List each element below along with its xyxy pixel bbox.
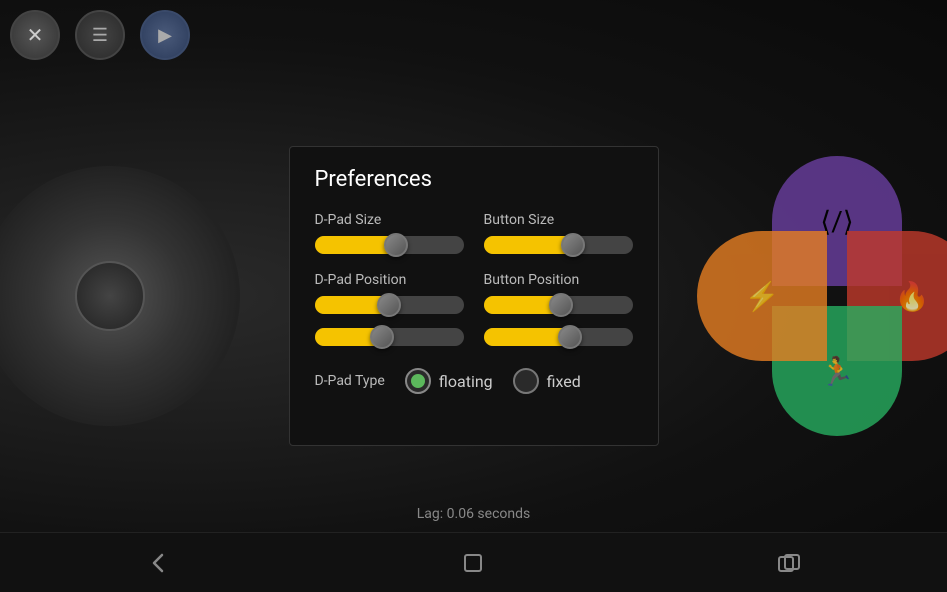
button-pos-x-thumb[interactable]: [549, 293, 573, 317]
dpad-type-row: D-Pad Type floating fixed: [315, 368, 633, 394]
button-pos-y-thumb[interactable]: [558, 325, 582, 349]
button-pos-y-container: [484, 328, 633, 346]
position-labels-row: D-Pad Position Button Positi: [315, 272, 633, 360]
button-size-slider-container: [484, 236, 633, 254]
dpad-size-slider-container: [315, 236, 464, 254]
button-size-fill: [484, 236, 573, 254]
radio-fixed[interactable]: fixed: [513, 368, 581, 394]
radio-floating-inner: [411, 374, 425, 388]
preferences-dialog: Preferences D-Pad Size Button Size: [289, 146, 659, 446]
dpad-size-section: D-Pad Size: [315, 212, 464, 268]
button-position-label: Button Position: [484, 272, 633, 288]
dpad-type-label: D-Pad Type: [315, 373, 385, 389]
dpad-pos-x-container: [315, 296, 464, 314]
button-size-label: Button Size: [484, 212, 633, 228]
button-size-thumb[interactable]: [561, 233, 585, 257]
radio-floating-label: floating: [439, 372, 493, 391]
radio-fixed-label: fixed: [547, 372, 581, 391]
dpad-position-label: D-Pad Position: [315, 272, 464, 288]
button-pos-x-container: [484, 296, 633, 314]
dialog-overlay: Preferences D-Pad Size Button Size: [0, 0, 947, 592]
dpad-pos-y-thumb[interactable]: [370, 325, 394, 349]
button-pos-x-track: [484, 296, 633, 314]
dpad-pos-y-container: [315, 328, 464, 346]
radio-floating[interactable]: floating: [405, 368, 493, 394]
dpad-pos-y-track: [315, 328, 464, 346]
dpad-position-section: D-Pad Position: [315, 272, 464, 360]
button-pos-y-track: [484, 328, 633, 346]
button-size-track: [484, 236, 633, 254]
button-position-section: Button Position: [484, 272, 633, 360]
size-row: D-Pad Size Button Size: [315, 212, 633, 268]
dpad-size-label: D-Pad Size: [315, 212, 464, 228]
dialog-title: Preferences: [315, 167, 633, 192]
radio-fixed-inner: [519, 374, 533, 388]
dpad-size-track: [315, 236, 464, 254]
dpad-pos-x-thumb[interactable]: [377, 293, 401, 317]
dpad-size-thumb[interactable]: [384, 233, 408, 257]
radio-floating-outer: [405, 368, 431, 394]
button-size-section: Button Size: [484, 212, 633, 268]
radio-fixed-outer: [513, 368, 539, 394]
dpad-pos-x-track: [315, 296, 464, 314]
